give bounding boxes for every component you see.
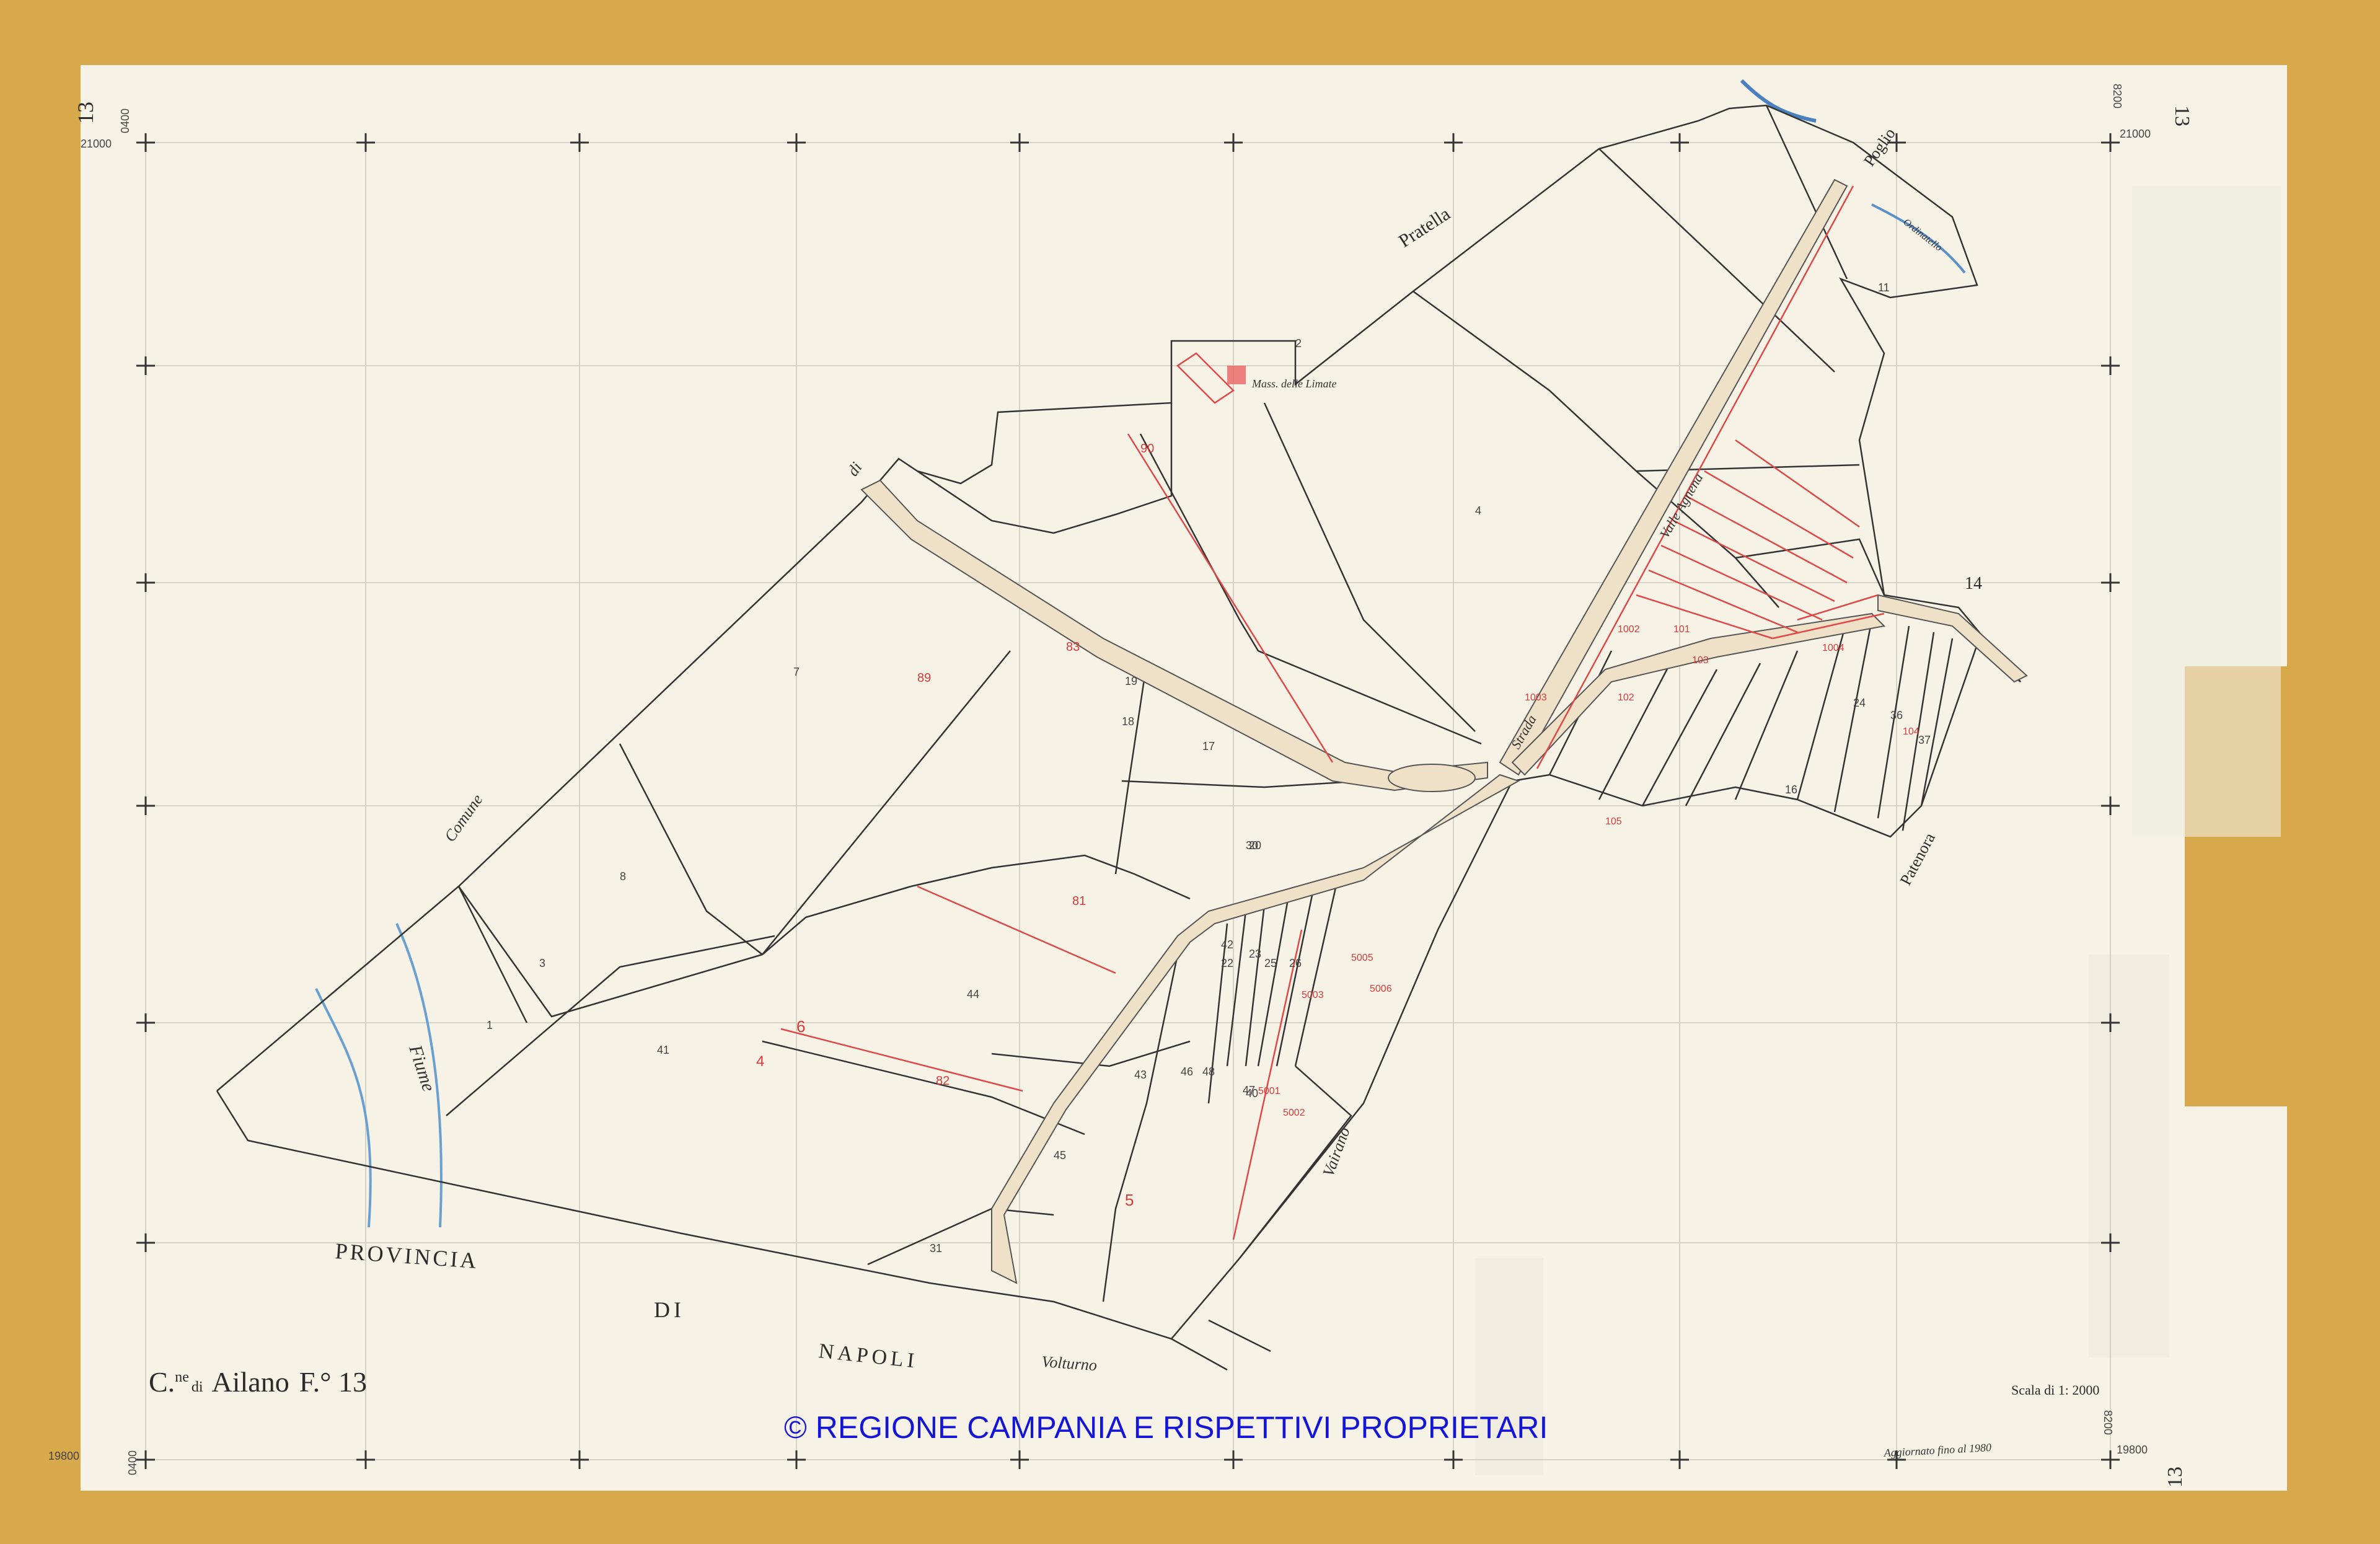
- label-sheet-14: 14: [1965, 574, 1982, 593]
- building-masseria: [1227, 366, 1246, 384]
- parcel-number: 18: [1122, 715, 1134, 728]
- coord-br-x: 8200: [2102, 1410, 2114, 1435]
- parcel-number: 3: [539, 957, 545, 969]
- parcel-number-red: 101: [1673, 624, 1690, 635]
- copyright-notice: © REGIONE CAMPANIA E RISPETTIVI PROPRIET…: [784, 1410, 1548, 1445]
- parcel-number: 26: [1289, 957, 1302, 969]
- parcel-number: 11: [1878, 281, 1890, 294]
- parcel-number: 2: [1295, 337, 1302, 350]
- cadastral-map: PROVINCIA DI NAPOLI Comune di Pratella M…: [48, 65, 2290, 1491]
- parcel-number-red: 90: [1140, 442, 1154, 456]
- tape-patch-faint-bottom: [2089, 955, 2169, 1357]
- parcel-number: 30: [1246, 839, 1258, 852]
- tape-patch-faint: [2132, 186, 2281, 837]
- parcel-number-red: 5: [1125, 1191, 1134, 1209]
- coord-tl-y: 21000: [81, 138, 112, 150]
- title-name: Ailano: [212, 1366, 289, 1398]
- parcel-number: 4: [1475, 505, 1481, 517]
- parcel-number-red: 6: [796, 1017, 805, 1036]
- parcel-number-red: 1004: [1822, 643, 1844, 653]
- parcel-number-red: 5003: [1302, 990, 1324, 1000]
- road-roundabout: [1388, 764, 1476, 792]
- parcel-number: 45: [1054, 1149, 1066, 1162]
- sheet-number-br: 13: [2164, 1467, 2187, 1488]
- title-di: di: [192, 1379, 203, 1395]
- parcel-number: 42: [1221, 938, 1233, 951]
- parcel-number: 46: [1181, 1065, 1193, 1078]
- coord-tr-y: 21000: [2120, 128, 2151, 140]
- parcel-number: 1: [487, 1019, 493, 1031]
- parcel-number: 36: [1890, 709, 1903, 721]
- parcel-number: 44: [967, 988, 979, 1000]
- parcel-number: 24: [1853, 697, 1866, 709]
- title-prefix: C.: [149, 1366, 175, 1398]
- parcel-number-red: 89: [917, 671, 931, 685]
- parcel-number-red: 5006: [1370, 984, 1392, 994]
- parcel-number: 37: [1918, 734, 1931, 746]
- coord-bl-x: 0400: [126, 1450, 139, 1475]
- title-sup: ne: [175, 1369, 189, 1385]
- label-masseria: Mass. delle Limate: [1251, 377, 1337, 390]
- parcel-number-red: 1002: [1618, 624, 1640, 635]
- parcel-number-red: 83: [1066, 640, 1080, 654]
- coord-br-y: 19800: [2117, 1444, 2148, 1456]
- parcel-number-red: 104: [1903, 726, 1919, 737]
- parcel-number: 31: [930, 1242, 942, 1255]
- label-di: DI: [654, 1297, 685, 1322]
- sheet-number-tr: 13: [2171, 105, 2193, 126]
- parcel-number-red: 105: [1605, 816, 1622, 827]
- title-foglio: F.° 13: [299, 1366, 367, 1398]
- parcel-number: 25: [1264, 957, 1277, 969]
- paper-sheet: [81, 65, 2287, 1491]
- coord-tr-x: 8200: [2111, 84, 2123, 108]
- parcel-number: 43: [1134, 1069, 1147, 1081]
- parcel-number: 7: [793, 666, 800, 678]
- coord-tl-x: 0400: [119, 108, 131, 133]
- parcel-number-red: 102: [1618, 692, 1634, 703]
- scale-label: Scala di 1: 2000: [2011, 1382, 2099, 1398]
- parcel-number: 23: [1249, 948, 1261, 960]
- parcel-number-red: 1003: [1525, 692, 1547, 703]
- parcel-number-red: 5005: [1351, 953, 1373, 963]
- parcel-number: 16: [1785, 783, 1797, 796]
- parcel-number: 22: [1221, 957, 1233, 969]
- coord-bl-y: 19800: [48, 1450, 79, 1462]
- parcel-number: 19: [1125, 675, 1137, 687]
- parcel-number-red: 82: [936, 1074, 950, 1088]
- parcel-number-red: 5002: [1283, 1108, 1305, 1118]
- parcel-number-red: 103: [1692, 655, 1709, 666]
- parcel-number-red: 81: [1072, 894, 1086, 908]
- parcel-number-red: 4: [756, 1053, 764, 1070]
- parcel-number: 17: [1202, 740, 1215, 752]
- parcel-number: 8: [620, 870, 626, 883]
- sheet-number-tl: 13: [73, 102, 98, 124]
- parcel-number: 40: [1246, 1087, 1258, 1100]
- parcel-number: 48: [1202, 1065, 1215, 1078]
- parcel-number: 41: [657, 1044, 669, 1056]
